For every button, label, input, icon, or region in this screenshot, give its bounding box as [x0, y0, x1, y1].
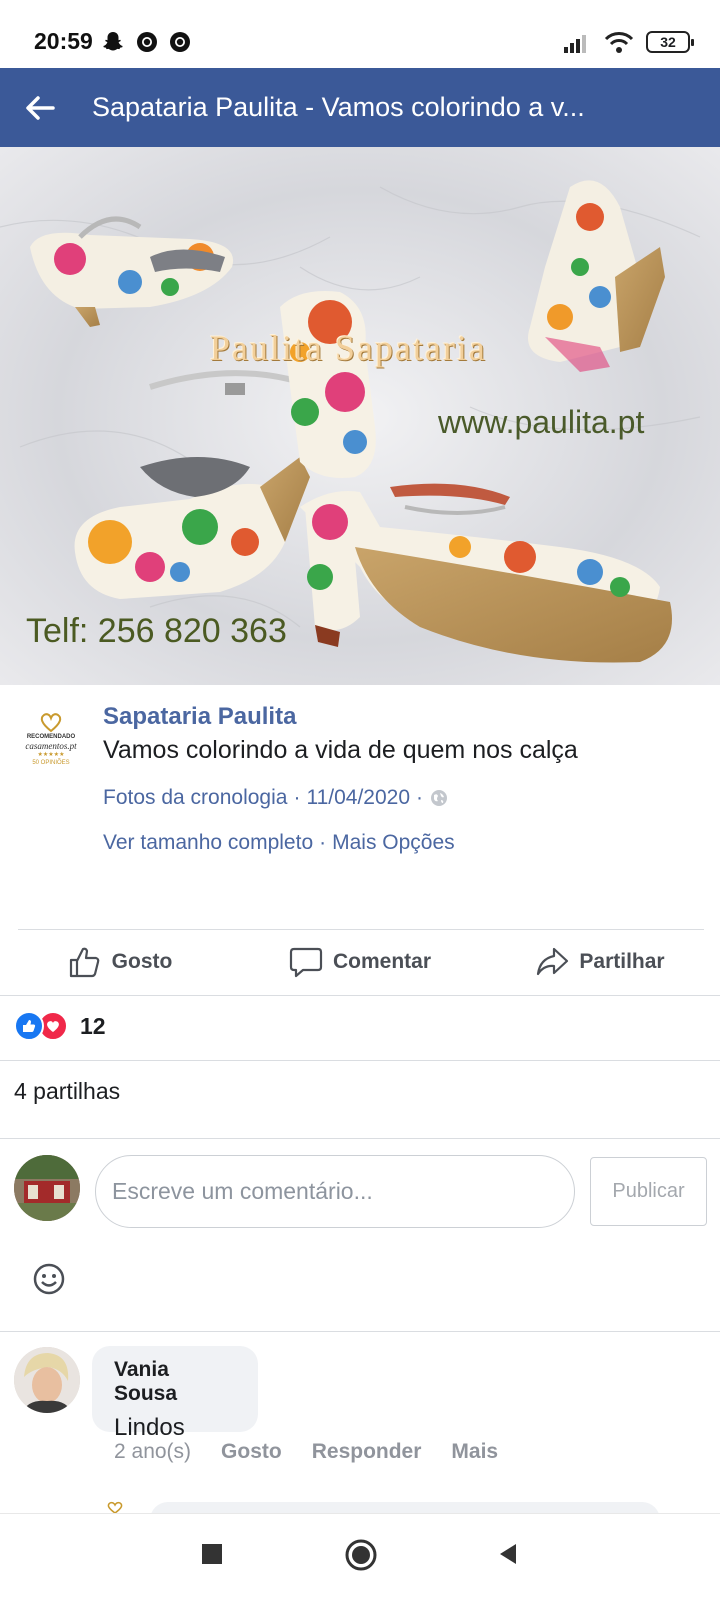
comment-icon	[289, 947, 323, 978]
page-title: Sapataria Paulita - Vamos colorindo a v.…	[92, 92, 585, 122]
divider	[0, 1060, 720, 1061]
post-date: 11/04/2020	[306, 786, 410, 809]
reactions-summary[interactable]: 12	[14, 1010, 106, 1042]
post-text: Vamos colorindo a vida de quem nos calça	[103, 736, 578, 764]
comment-text: Lindos	[114, 1414, 185, 1441]
badge-reviews: 50 OPINIÕES	[32, 760, 70, 766]
post-links: Ver tamanho completo · Mais Opções	[103, 831, 455, 855]
status-bar: 20:59 32	[0, 0, 720, 68]
thumbs-up-icon	[69, 947, 100, 978]
divider	[0, 995, 720, 996]
comment-input[interactable]	[95, 1155, 575, 1228]
post-author[interactable]: Sapataria Paulita	[103, 703, 296, 731]
emoji-icon[interactable]	[32, 1262, 66, 1296]
comment-time: 2 ano(s)	[114, 1440, 192, 1463]
recents-button[interactable]	[200, 1542, 224, 1566]
signal-icon	[564, 35, 586, 53]
comment-actions: 2 ano(s) Gosto Responder Mais	[114, 1440, 528, 1464]
meta-separator: ·	[416, 786, 423, 809]
back-button[interactable]	[0, 68, 80, 147]
post-photo[interactable]: Paulita Sapataria www.paulita.pt Telf: 2…	[0, 147, 720, 685]
snapchat-icon	[103, 32, 123, 51]
like-button[interactable]: Gosto	[0, 930, 240, 994]
comment-button[interactable]: Comentar	[240, 930, 480, 994]
battery-icon: 32	[646, 31, 694, 53]
heart-badge-icon	[107, 1501, 123, 1514]
chrome-icon	[137, 32, 157, 52]
comment-label: Comentar	[332, 950, 432, 973]
meta-separator: ·	[293, 786, 301, 809]
page-avatar[interactable]: RECOMENDADO casamentos.pt ★★★★★ 50 OPINI…	[12, 700, 90, 778]
comment-reply-button[interactable]: Responder	[312, 1440, 422, 1464]
back-nav-button[interactable]	[496, 1542, 520, 1566]
photo-url-text: www.paulita.pt	[438, 404, 645, 440]
share-icon	[537, 947, 569, 976]
badge-recommended: RECOMENDADO	[26, 734, 76, 740]
comment-bubble: Vania Sousa Lindos	[92, 1346, 258, 1441]
share-label: Partilhar	[579, 950, 665, 973]
badge-stars: ★★★★★	[37, 752, 65, 758]
photo-brand-text: Paulita Sapataria	[210, 328, 487, 368]
current-user-avatar	[14, 1155, 80, 1221]
reactions-count: 12	[80, 1012, 106, 1039]
home-button[interactable]	[344, 1538, 378, 1572]
post-meta: Fotos da cronologia · 11/04/2020 ·	[103, 786, 449, 810]
app-bar: Sapataria Paulita - Vamos colorindo a v.…	[0, 68, 720, 147]
view-full-size-link[interactable]: Ver tamanho completo	[103, 831, 313, 855]
divider	[0, 1138, 720, 1139]
divider	[0, 1331, 720, 1332]
heart-badge-icon	[40, 713, 62, 733]
status-system-icons: 32	[562, 28, 694, 56]
globe-icon	[431, 790, 447, 806]
badge-brand: casamentos.pt	[25, 741, 77, 751]
share-button[interactable]: Partilhar	[480, 930, 720, 994]
system-nav-bar	[0, 1513, 720, 1600]
back-arrow-icon	[26, 95, 55, 120]
like-reaction-icon	[14, 1011, 44, 1041]
status-time: 20:59	[34, 28, 93, 54]
comment-more-button[interactable]: Mais	[451, 1440, 498, 1464]
publish-button[interactable]: Publicar	[590, 1157, 707, 1226]
chrome-icon	[170, 32, 190, 52]
photo-phone-text: Telf: 256 820 363	[26, 612, 287, 650]
more-options-link[interactable]: Mais Opções	[332, 831, 455, 855]
shares-count[interactable]: 4 partilhas	[14, 1078, 120, 1105]
meta-separator: ·	[319, 831, 327, 854]
post-actions: Gosto Comentar Partilhar	[0, 930, 720, 994]
comment-like-button[interactable]: Gosto	[221, 1440, 282, 1464]
wifi-icon	[604, 32, 634, 53]
commenter-avatar[interactable]	[14, 1347, 80, 1413]
like-label: Gosto	[111, 950, 173, 973]
commenter-name[interactable]: Vania Sousa	[114, 1358, 236, 1406]
album-link[interactable]: Fotos da cronologia	[103, 786, 287, 810]
